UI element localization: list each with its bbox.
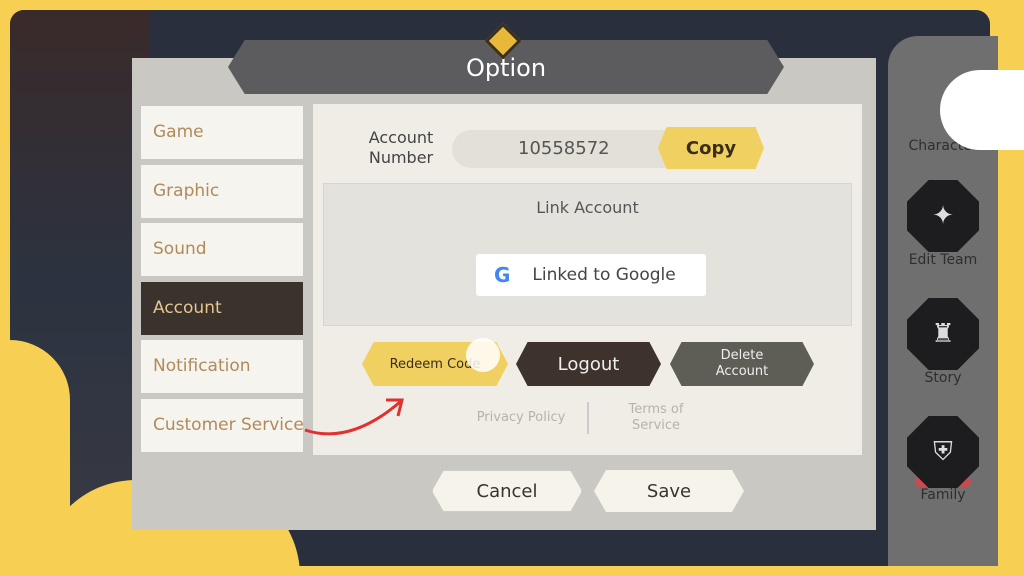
- decor-blob: [940, 70, 1024, 150]
- divider: [587, 402, 589, 434]
- tab-sound[interactable]: Sound: [141, 223, 303, 276]
- google-g-icon: G: [494, 263, 511, 287]
- side-item-family[interactable]: ⛨NEWFamily: [888, 416, 998, 503]
- save-button[interactable]: Save: [594, 470, 744, 512]
- link-account-title: Link Account: [536, 198, 639, 217]
- account-number-label: Account Number: [368, 128, 434, 167]
- terms-of-service-link[interactable]: Terms of Service: [616, 402, 696, 434]
- cancel-button[interactable]: Cancel: [432, 470, 582, 512]
- privacy-policy-link[interactable]: Privacy Policy: [466, 410, 576, 425]
- tab-graphic[interactable]: Graphic: [141, 165, 303, 218]
- tab-customer-service[interactable]: Customer Service: [141, 399, 304, 452]
- red-arrow-annotation: [304, 398, 404, 436]
- copy-button[interactable]: Copy: [658, 127, 764, 169]
- tab-account[interactable]: Account: [141, 282, 303, 335]
- delete-account-button[interactable]: Delete Account: [670, 342, 814, 386]
- side-item-edit-team[interactable]: ✦ Edit Team: [888, 180, 998, 268]
- touch-indicator: [466, 338, 500, 372]
- logout-button[interactable]: Logout: [516, 342, 661, 386]
- side-item-story[interactable]: ♜ Story: [888, 298, 998, 386]
- tab-notification[interactable]: Notification: [141, 340, 303, 393]
- tab-game[interactable]: Game: [141, 106, 303, 159]
- google-link-button[interactable]: G Linked to Google: [476, 254, 706, 296]
- link-account-box: Link Account G Linked to Google: [323, 183, 852, 326]
- tower-icon: ♜: [907, 298, 979, 370]
- sparkle-icon: ✦: [907, 180, 979, 252]
